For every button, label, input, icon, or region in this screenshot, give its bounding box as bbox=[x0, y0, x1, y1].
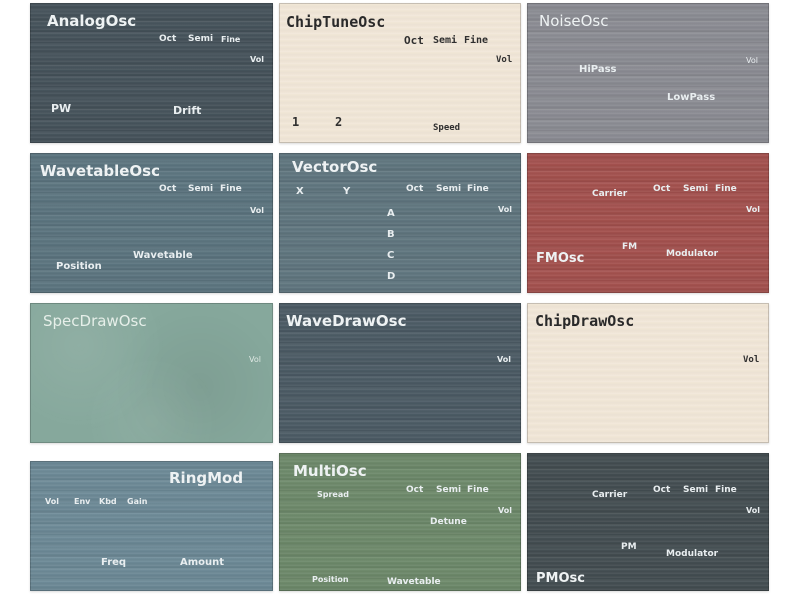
oct-knob-label[interactable]: Oct bbox=[404, 35, 424, 46]
panel-title: NoiseOsc bbox=[539, 12, 609, 30]
fine-knob-label[interactable]: Fine bbox=[464, 36, 488, 46]
fine-knob-label[interactable]: Fine bbox=[220, 185, 242, 194]
source-c-label[interactable]: C bbox=[387, 251, 394, 261]
oct-knob-label[interactable]: Oct bbox=[406, 185, 423, 194]
panel-title: ChipDrawOsc bbox=[535, 312, 635, 330]
semi-knob-label[interactable]: Semi bbox=[683, 486, 708, 495]
speed-knob-label[interactable]: Speed bbox=[433, 124, 460, 133]
semi-knob-label[interactable]: Semi bbox=[683, 185, 708, 194]
panel-title: ChipTuneOsc bbox=[286, 13, 386, 31]
modulator-label[interactable]: Modulator bbox=[666, 550, 718, 559]
oct-knob-label[interactable]: Oct bbox=[653, 185, 670, 194]
panel-title: PMOsc bbox=[536, 571, 585, 586]
wavetable-knob-label[interactable]: Wavetable bbox=[387, 578, 441, 587]
spread-knob-label[interactable]: Spread bbox=[317, 491, 349, 499]
oct-knob-label[interactable]: Oct bbox=[653, 486, 670, 495]
drift-knob-label[interactable]: Drift bbox=[173, 105, 201, 116]
detune-knob-label[interactable]: Detune bbox=[430, 518, 467, 527]
fm-osc-panel: Carrier Oct Semi Fine Vol FM Modulator F… bbox=[527, 153, 769, 293]
semi-knob-label[interactable]: Semi bbox=[188, 185, 213, 194]
fine-knob-label[interactable]: Fine bbox=[467, 185, 489, 194]
vol-knob-label[interactable]: Vol bbox=[498, 206, 512, 214]
wavedraw-osc-panel: WaveDrawOsc Vol bbox=[279, 303, 521, 443]
vol-knob-label[interactable]: Vol bbox=[249, 356, 261, 364]
vol-knob-label[interactable]: Vol bbox=[497, 356, 511, 364]
vol-knob-label[interactable]: Vol bbox=[250, 56, 264, 64]
freq-knob-label[interactable]: Freq bbox=[101, 558, 126, 568]
vol-knob-label[interactable]: Vol bbox=[250, 207, 264, 215]
panel-title: SpecDrawOsc bbox=[43, 312, 147, 330]
vol-knob-label[interactable]: Vol bbox=[746, 206, 760, 214]
kbd-knob-label[interactable]: Kbd bbox=[99, 498, 117, 506]
vol-knob-label[interactable]: Vol bbox=[45, 498, 59, 506]
source-d-label[interactable]: D bbox=[387, 272, 395, 282]
position-knob-label[interactable]: Position bbox=[56, 262, 102, 272]
specdraw-osc-panel: SpecDrawOsc Vol bbox=[30, 303, 273, 443]
panel-title: WavetableOsc bbox=[40, 162, 160, 180]
source-a-label[interactable]: A bbox=[387, 209, 395, 219]
vol-knob-label[interactable]: Vol bbox=[746, 507, 760, 515]
panel-title: WaveDrawOsc bbox=[286, 312, 407, 330]
wavetable-osc-panel: WavetableOsc Oct Semi Fine Vol Position … bbox=[30, 153, 273, 293]
carrier-label[interactable]: Carrier bbox=[592, 190, 627, 199]
oct-knob-label[interactable]: Oct bbox=[159, 35, 176, 44]
ringmod-panel: RingMod Vol Env Kbd Gain Freq Amount bbox=[30, 461, 273, 591]
pm-amount-label[interactable]: PM bbox=[621, 543, 637, 552]
semi-knob-label[interactable]: Semi bbox=[188, 35, 213, 44]
panel-title: AnalogOsc bbox=[47, 12, 137, 30]
oct-knob-label[interactable]: Oct bbox=[159, 185, 176, 194]
analog-osc-panel: AnalogOsc Oct Semi Fine Vol PW Drift bbox=[30, 3, 273, 143]
vector-osc-panel: VectorOsc X Y Oct Semi Fine Vol A B C D bbox=[279, 153, 521, 293]
wavetable-knob-label[interactable]: Wavetable bbox=[133, 251, 193, 261]
fm-amount-label[interactable]: FM bbox=[622, 243, 637, 252]
source-b-label[interactable]: B bbox=[387, 230, 395, 240]
position-knob-label[interactable]: Position bbox=[312, 576, 349, 584]
vol-knob-label[interactable]: Vol bbox=[496, 56, 512, 65]
panel-title: RingMod bbox=[169, 469, 244, 487]
pm-osc-panel: Carrier Oct Semi Fine Vol PM Modulator P… bbox=[527, 453, 769, 591]
vol-knob-label[interactable]: Vol bbox=[746, 57, 758, 65]
hipass-knob-label[interactable]: HiPass bbox=[579, 65, 617, 75]
semi-knob-label[interactable]: Semi bbox=[433, 36, 457, 46]
x-axis-label[interactable]: X bbox=[296, 187, 304, 197]
chiptune-osc-panel: ChipTuneOsc Oct Semi Fine Vol 1 2 Speed bbox=[279, 3, 521, 143]
pw-knob-label[interactable]: PW bbox=[51, 103, 71, 114]
y-axis-label[interactable]: Y bbox=[343, 187, 350, 197]
noise-osc-panel: NoiseOsc Vol HiPass LowPass bbox=[527, 3, 769, 143]
fine-knob-label[interactable]: Fine bbox=[715, 486, 737, 495]
env-knob-label[interactable]: Env bbox=[74, 498, 90, 506]
multi-osc-panel: MultiOsc Spread Oct Semi Fine Vol Detune… bbox=[279, 453, 521, 591]
fine-knob-label[interactable]: Fine bbox=[221, 36, 240, 44]
wave-1-label[interactable]: 1 bbox=[292, 116, 299, 128]
wave-2-label[interactable]: 2 bbox=[335, 116, 342, 128]
modulator-label[interactable]: Modulator bbox=[666, 250, 718, 259]
carrier-label[interactable]: Carrier bbox=[592, 491, 627, 500]
vol-knob-label[interactable]: Vol bbox=[743, 356, 759, 365]
vol-knob-label[interactable]: Vol bbox=[498, 507, 512, 515]
chipdraw-osc-panel: ChipDrawOsc Vol bbox=[527, 303, 769, 443]
lowpass-knob-label[interactable]: LowPass bbox=[667, 93, 715, 103]
gain-knob-label[interactable]: Gain bbox=[127, 498, 147, 506]
fine-knob-label[interactable]: Fine bbox=[467, 486, 489, 495]
oct-knob-label[interactable]: Oct bbox=[406, 486, 423, 495]
panel-title: VectorOsc bbox=[292, 158, 378, 176]
fine-knob-label[interactable]: Fine bbox=[715, 185, 737, 194]
amount-knob-label[interactable]: Amount bbox=[180, 558, 224, 568]
semi-knob-label[interactable]: Semi bbox=[436, 486, 461, 495]
semi-knob-label[interactable]: Semi bbox=[436, 185, 461, 194]
panel-title: MultiOsc bbox=[293, 462, 367, 480]
panel-title: FMOsc bbox=[536, 251, 585, 266]
